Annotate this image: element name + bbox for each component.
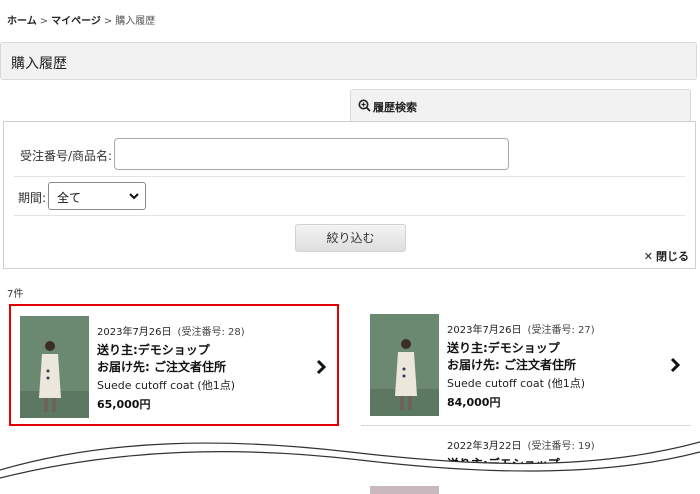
product-thumbnail [20,316,89,418]
zoom-in-icon [358,99,371,112]
filter-button[interactable]: 絞り込む [295,224,406,252]
order-sender: 送り主:デモショップ [97,343,210,357]
order-card[interactable]: 2023年7月26日 (受注番号: 28) 送り主:デモショップ お届け先: ご注… [9,304,339,426]
order-product: Suede cutoff coat (他1点) [97,379,236,392]
period-label: 期間: [18,191,47,205]
chevron-down-icon [129,193,139,200]
chevron-right-icon[interactable] [315,359,327,375]
search-panel: 受注番号/商品名: 期間: 全て 絞り込む ✕ 閉じる [3,121,696,269]
history-search-tab[interactable]: 履歴検索 [350,89,691,122]
breadcrumb: ホーム > マイページ > 購入履歴 [7,12,155,27]
product-thumbnail [370,314,439,416]
order-price: 65,000円 [97,398,151,411]
torn-edge-overlay [0,441,700,486]
period-select[interactable]: 全て [48,182,146,210]
order-sender: 送り主:デモショップ [447,341,560,355]
breadcrumb-mypage[interactable]: マイページ [51,16,101,27]
order-date: 2023年7月26日 (受注番号: 28) [97,323,245,338]
order-destination: お届け先: ご注文者住所 [447,358,576,372]
page-title: 購入履歴 [11,56,67,72]
close-label: 閉じる [656,250,689,263]
order-date: 2023年7月26日 (受注番号: 27) [447,321,595,336]
chevron-right-icon[interactable] [669,357,681,373]
close-icon: ✕ [643,250,653,263]
breadcrumb-home[interactable]: ホーム [7,16,37,27]
breadcrumb-current: 購入履歴 [115,16,156,27]
order-price: 84,000円 [447,396,501,409]
order-search-label: 受注番号/商品名: [20,149,113,163]
history-search-label: 履歴検索 [373,101,417,114]
order-date-text: 2023年7月26日 [447,325,522,336]
order-destination: お届け先: ご注文者住所 [97,360,226,374]
divider [14,176,685,177]
order-number: (受注番号: 27) [527,325,595,336]
period-select-value: 全て [57,191,82,205]
breadcrumb-separator: > [103,16,113,27]
result-count: 7件 [7,289,24,300]
order-product: Suede cutoff coat (他1点) [447,377,586,390]
order-date-text: 2023年7月26日 [97,327,172,338]
close-search-button[interactable]: ✕ 閉じる [644,248,689,264]
page-title-bar: 購入履歴 [0,42,697,80]
order-search-input[interactable] [114,138,509,170]
order-number: (受注番号: 28) [177,327,245,338]
breadcrumb-separator: > [39,16,49,27]
order-card[interactable]: 2023年7月26日 (受注番号: 27) 送り主:デモショップ お届け先: ご注… [361,304,691,426]
divider [14,215,685,216]
